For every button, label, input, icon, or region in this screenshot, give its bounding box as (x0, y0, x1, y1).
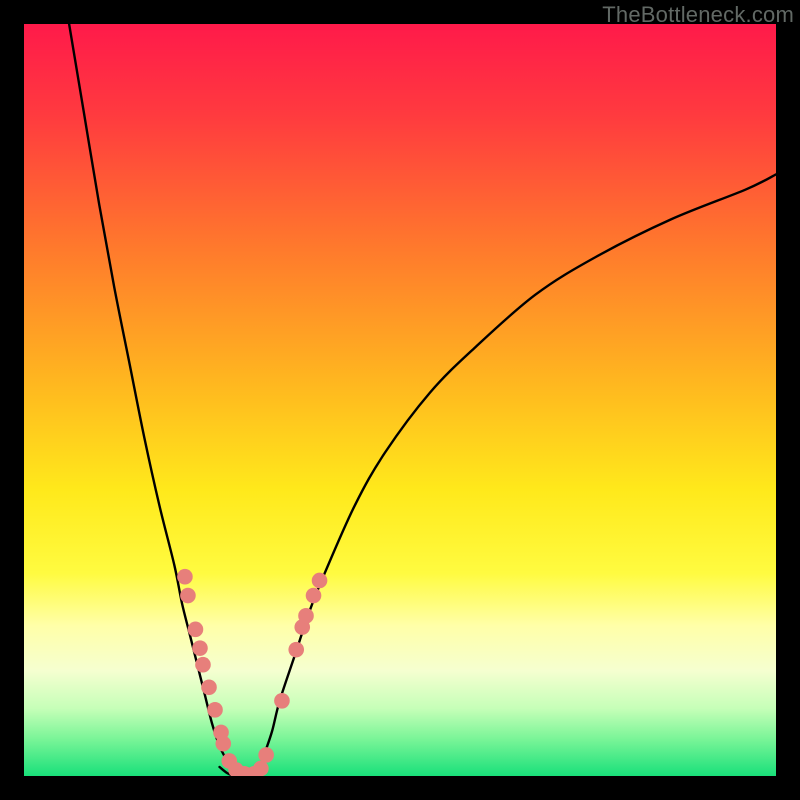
marker-dot (188, 622, 204, 638)
bottleneck-chart (24, 24, 776, 776)
marker-dot (298, 608, 314, 624)
watermark-text: TheBottleneck.com (602, 2, 794, 28)
marker-dot (312, 573, 328, 589)
marker-dot (253, 761, 269, 776)
marker-dot (195, 657, 211, 673)
marker-dot (177, 569, 193, 585)
marker-dot (192, 640, 208, 656)
plot-frame (24, 24, 776, 776)
marker-dot (306, 588, 322, 604)
marker-dot (274, 693, 290, 709)
marker-dot (258, 747, 274, 763)
marker-dot (180, 588, 196, 604)
marker-dot (215, 736, 231, 752)
marker-dot (201, 679, 217, 695)
marker-dot (288, 642, 304, 658)
marker-dot (207, 702, 223, 718)
